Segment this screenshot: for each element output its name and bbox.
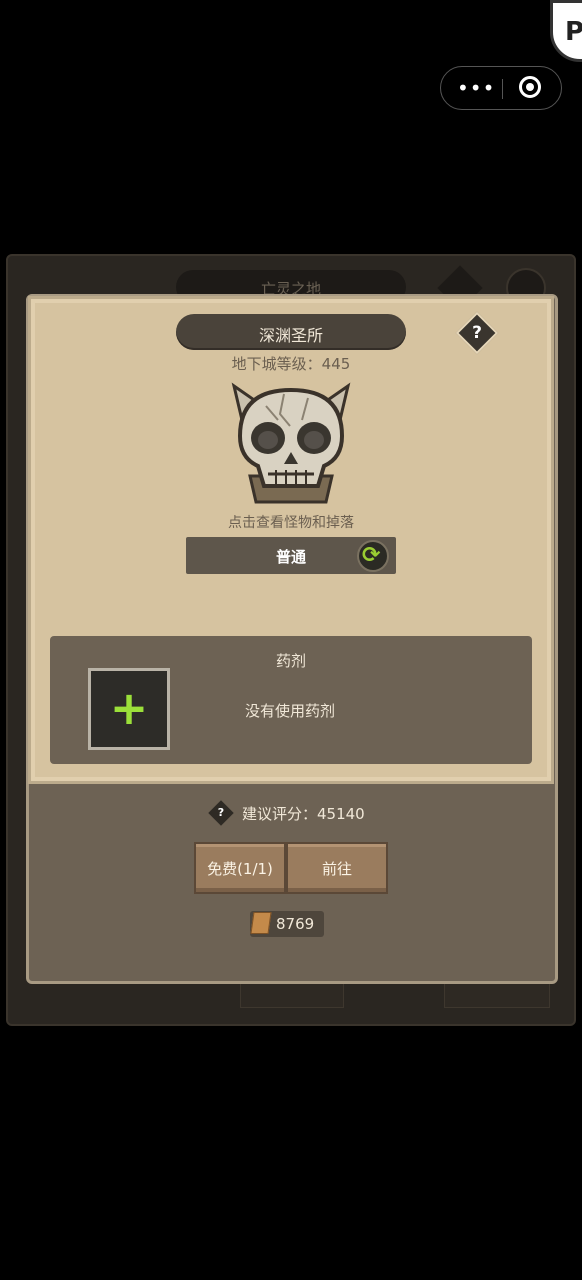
swap-arrows-icon[interactable]: ⟳ [357, 540, 389, 572]
score-text: 建议评分：45140 [242, 805, 365, 823]
monster-skull-icon[interactable] [228, 380, 354, 510]
go-button[interactable]: 前往 [286, 842, 388, 894]
free-button[interactable]: 免费(1/1) [194, 842, 286, 894]
score-help-mark[interactable]: ? [212, 804, 230, 822]
go-button-label: 前往 [321, 860, 352, 878]
dungeon-title-pill: 深渊圣所 [176, 314, 406, 350]
monster-drop-hint[interactable]: 点击查看怪物和掉落 [0, 512, 582, 532]
recommended-score: ? 建议评分：45140 [0, 800, 582, 826]
ticket-count: 8769 [276, 915, 315, 933]
potion-empty-text: 没有使用药剂 [244, 702, 335, 720]
ticket-counter: 8769 [250, 911, 324, 937]
potion-slot[interactable]: + [88, 668, 170, 750]
scroll-ticket-icon [250, 912, 272, 934]
free-button-label: 免费(1/1) [207, 860, 273, 878]
more-dots-icon[interactable]: ••• [457, 78, 495, 98]
dungeon-title: 深渊圣所 [258, 326, 323, 345]
mini-program-badge: P [550, 0, 582, 62]
difficulty-selector[interactable]: 普通 ⟳ [186, 537, 396, 574]
help-question-mark[interactable]: ? [462, 318, 492, 348]
target-close-icon[interactable] [519, 76, 541, 98]
dungeon-level: 地下城等级：445 [231, 355, 351, 373]
capsule-divider [502, 79, 503, 99]
plus-icon[interactable]: + [91, 671, 167, 747]
system-capsule: ••• [440, 66, 562, 110]
